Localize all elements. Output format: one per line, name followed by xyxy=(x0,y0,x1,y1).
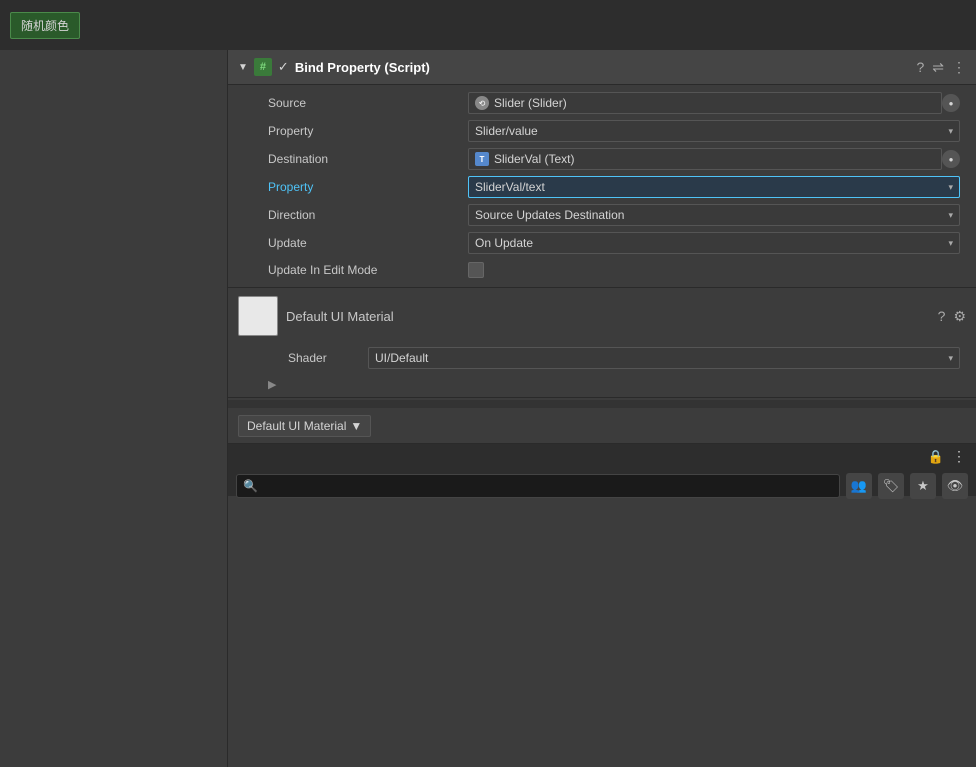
shader-label: Shader xyxy=(288,351,368,365)
direction-label: Direction xyxy=(268,208,468,222)
destination-label: Destination xyxy=(268,152,468,166)
source-field[interactable]: ⟲ Slider (Slider) xyxy=(468,92,942,114)
destination-property-arrow-icon: ▾ xyxy=(948,182,953,193)
shader-arrow-icon: ▾ xyxy=(948,353,953,364)
update-label: Update xyxy=(268,236,468,250)
direction-arrow-icon: ▾ xyxy=(948,210,953,221)
top-bar: 随机颜色 xyxy=(0,0,976,50)
destination-property-label: Property xyxy=(268,180,468,194)
people-icon-button[interactable]: 👥 xyxy=(846,473,872,499)
material-section: Default UI Material ? ⚙ Shader UI/Defaul… xyxy=(228,288,976,398)
direction-text: Source Updates Destination xyxy=(475,208,944,222)
material-title: Default UI Material xyxy=(286,309,930,324)
destination-field[interactable]: T SliderVal (Text) xyxy=(468,148,942,170)
visibility-icon-button[interactable]: 👁 xyxy=(942,473,968,499)
panel-more-icon[interactable]: ⋮ xyxy=(952,448,966,465)
search-input-wrap: 🔍 xyxy=(236,474,840,498)
material-gear-icon[interactable]: ⚙ xyxy=(953,308,966,325)
horizontal-scrollbar[interactable] xyxy=(228,400,976,408)
random-color-button[interactable]: 随机颜色 xyxy=(10,12,80,39)
search-input[interactable] xyxy=(262,479,833,493)
destination-row: Destination T SliderVal (Text) xyxy=(228,145,976,173)
source-text: Slider (Slider) xyxy=(494,96,935,110)
material-preview-thumbnail xyxy=(238,296,278,336)
material-header: Default UI Material ? ⚙ xyxy=(228,288,976,344)
update-edit-mode-checkbox[interactable] xyxy=(468,262,484,278)
bottom-toolbar: Default UI Material ▼ xyxy=(228,408,976,444)
more-icon[interactable]: ⋮ xyxy=(952,59,966,76)
source-pick-button[interactable] xyxy=(942,94,960,112)
update-edit-mode-value xyxy=(468,262,960,278)
source-property-arrow-icon: ▾ xyxy=(948,126,953,137)
destination-text: SliderVal (Text) xyxy=(494,152,935,166)
source-property-dropdown[interactable]: Slider/value ▾ xyxy=(468,120,960,142)
source-property-value: Slider/value ▾ xyxy=(468,120,960,142)
update-row: Update On Update ▾ xyxy=(228,229,976,257)
lock-icon[interactable]: 🔒 xyxy=(928,449,944,465)
direction-dropdown[interactable]: Source Updates Destination ▾ xyxy=(468,204,960,226)
component-enabled-checkbox[interactable]: ✓ xyxy=(278,59,289,75)
bind-property-fields: Source ⟲ Slider (Slider) Property S xyxy=(228,85,976,287)
main-area: ▼ # ✓ Bind Property (Script) ? ⇌ ⋮ Sourc… xyxy=(0,50,976,767)
source-property-row: Property Slider/value ▾ xyxy=(228,117,976,145)
collapse-arrow-icon[interactable]: ▼ xyxy=(238,62,248,73)
source-property-text: Slider/value xyxy=(475,124,944,138)
tag-icon-button[interactable]: 🏷 xyxy=(878,473,904,499)
component-header-icons: ? ⇌ ⋮ xyxy=(916,59,966,76)
material-help-icon[interactable]: ? xyxy=(938,308,946,325)
search-bar-row: 🔍 👥 🏷 ★ 👁 xyxy=(228,469,976,503)
source-value: ⟲ Slider (Slider) xyxy=(468,92,960,114)
source-property-label: Property xyxy=(268,124,468,138)
destination-property-row: Property SliderVal/text ▾ xyxy=(228,173,976,201)
update-edit-mode-label: Update In Edit Mode xyxy=(268,263,468,277)
source-row: Source ⟲ Slider (Slider) xyxy=(228,89,976,117)
right-panel: ▼ # ✓ Bind Property (Script) ? ⇌ ⋮ Sourc… xyxy=(228,50,976,767)
destination-property-value: SliderVal/text ▾ xyxy=(468,176,960,198)
bottom-action-icons: 👥 🏷 ★ 👁 xyxy=(846,473,968,499)
shader-row: Shader UI/Default ▾ xyxy=(228,344,976,372)
material-dropdown-label: Default UI Material xyxy=(247,419,346,433)
help-icon[interactable]: ? xyxy=(916,59,924,75)
destination-object-icon: T xyxy=(475,152,489,166)
update-dropdown[interactable]: On Update ▾ xyxy=(468,232,960,254)
update-value: On Update ▾ xyxy=(468,232,960,254)
component-title: Bind Property (Script) xyxy=(295,60,911,75)
lock-row: 🔒 ⋮ xyxy=(228,444,976,469)
component-header: ▼ # ✓ Bind Property (Script) ? ⇌ ⋮ xyxy=(228,50,976,85)
source-object-icon: ⟲ xyxy=(475,96,489,110)
source-label: Source xyxy=(268,96,468,110)
material-header-icons: ? ⚙ xyxy=(938,308,966,325)
material-dropdown-button[interactable]: Default UI Material ▼ xyxy=(238,415,371,437)
update-arrow-icon: ▾ xyxy=(948,238,953,249)
material-expand-row: ▶ xyxy=(228,372,976,397)
direction-value: Source Updates Destination ▾ xyxy=(468,204,960,226)
shader-dropdown[interactable]: UI/Default ▾ xyxy=(368,347,960,369)
material-dropdown-arrow-icon: ▼ xyxy=(350,419,362,433)
search-icon: 🔍 xyxy=(243,479,258,493)
destination-property-text: SliderVal/text xyxy=(475,180,944,194)
destination-pick-button[interactable] xyxy=(942,150,960,168)
component-section: ▼ # ✓ Bind Property (Script) ? ⇌ ⋮ Sourc… xyxy=(228,50,976,288)
expand-arrow-icon[interactable]: ▶ xyxy=(268,378,276,391)
destination-property-dropdown[interactable]: SliderVal/text ▾ xyxy=(468,176,960,198)
left-sidebar xyxy=(0,50,228,767)
shader-value: UI/Default xyxy=(375,351,944,365)
destination-value: T SliderVal (Text) xyxy=(468,148,960,170)
hash-icon: # xyxy=(254,58,272,76)
favorites-icon-button[interactable]: ★ xyxy=(910,473,936,499)
direction-row: Direction Source Updates Destination ▾ xyxy=(228,201,976,229)
update-edit-mode-row: Update In Edit Mode xyxy=(228,257,976,283)
bottom-panel: 🔒 ⋮ 🔍 👥 🏷 ★ 👁 xyxy=(228,444,976,496)
update-text: On Update xyxy=(475,236,944,250)
sliders-icon[interactable]: ⇌ xyxy=(932,59,944,76)
